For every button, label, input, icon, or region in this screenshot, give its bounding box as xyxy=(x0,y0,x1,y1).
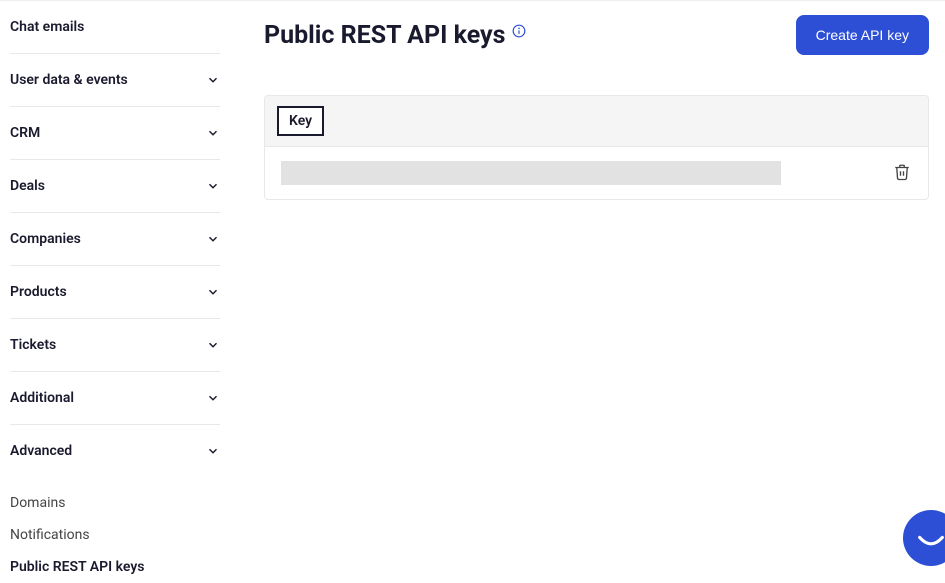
sidebar-item-products[interactable]: Products xyxy=(10,266,220,319)
column-header-key[interactable]: Key xyxy=(277,106,324,136)
sidebar-item-advanced[interactable]: Advanced xyxy=(10,425,220,477)
sidebar-subitem-public-rest-api-keys[interactable]: Public REST API keys xyxy=(10,551,220,583)
sidebar-item-label: Companies xyxy=(10,231,81,247)
sidebar-item-label: Additional xyxy=(10,390,74,406)
sidebar-subitem-notifications[interactable]: Notifications xyxy=(10,519,220,551)
info-icon[interactable] xyxy=(512,23,526,37)
sidebar-item-chat-emails[interactable]: Chat emails xyxy=(10,1,220,54)
sidebar-subitem-label: Public REST API keys xyxy=(10,559,144,575)
create-api-key-button[interactable]: Create API key xyxy=(796,15,929,55)
chevron-down-icon xyxy=(206,126,220,140)
page-title: Public REST API keys xyxy=(264,21,506,50)
sidebar-item-label: Tickets xyxy=(10,337,56,353)
sidebar-subitem-label: Domains xyxy=(10,495,65,511)
sidebar-item-additional[interactable]: Additional xyxy=(10,372,220,425)
chevron-down-icon xyxy=(206,285,220,299)
table-row xyxy=(265,147,928,199)
sidebar-item-label: Deals xyxy=(10,178,45,194)
api-keys-table: Key xyxy=(264,95,929,200)
sidebar-item-companies[interactable]: Companies xyxy=(10,213,220,266)
sidebar-item-crm[interactable]: CRM xyxy=(10,107,220,160)
sidebar-item-label: CRM xyxy=(10,125,40,141)
sidebar-subitem-label: Notifications xyxy=(10,527,90,543)
sidebar-item-user-data-events[interactable]: User data & events xyxy=(10,54,220,107)
sidebar: Chat emails User data & events CRM Deals… xyxy=(0,1,230,580)
sidebar-item-label: User data & events xyxy=(10,72,128,88)
table-header: Key xyxy=(265,96,928,147)
sidebar-item-tickets[interactable]: Tickets xyxy=(10,319,220,372)
sidebar-subitem-domains[interactable]: Domains xyxy=(10,487,220,519)
chevron-down-icon xyxy=(206,73,220,87)
chevron-down-icon xyxy=(206,444,220,458)
api-key-masked-value xyxy=(281,161,781,185)
header-row: Public REST API keys Create API key xyxy=(264,15,929,55)
sidebar-item-deals[interactable]: Deals xyxy=(10,160,220,213)
sidebar-subitems-advanced: Domains Notifications Public REST API ke… xyxy=(10,477,220,583)
main-content: Public REST API keys Create API key Key xyxy=(230,1,945,580)
chevron-down-icon xyxy=(206,391,220,405)
chat-smile-icon xyxy=(914,519,945,557)
sidebar-item-label: Advanced xyxy=(10,443,72,459)
page-title-wrap: Public REST API keys xyxy=(264,21,526,50)
chevron-down-icon xyxy=(206,179,220,193)
chevron-down-icon xyxy=(206,338,220,352)
sidebar-item-label: Products xyxy=(10,284,67,300)
delete-key-button[interactable] xyxy=(892,163,912,183)
trash-icon xyxy=(893,163,911,184)
sidebar-item-label: Chat emails xyxy=(10,19,84,35)
chevron-down-icon xyxy=(206,232,220,246)
